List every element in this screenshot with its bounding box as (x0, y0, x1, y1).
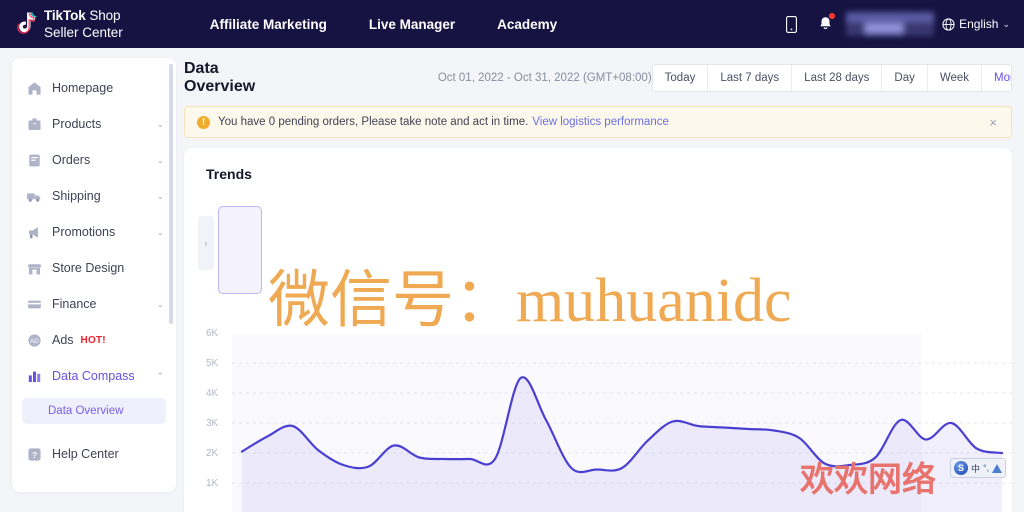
sidebar-item-label: Data Compass (52, 369, 135, 383)
range-button-last-28-days[interactable]: Last 28 days (792, 65, 883, 91)
chevron-up-icon: ⌃ (156, 370, 164, 381)
main-content: Data Overview Oct 01, 2022 - Oct 31, 202… (184, 58, 1012, 512)
trends-card: Trends ‹ 6K 5K 4K 3K 2K 1K (184, 148, 1012, 512)
range-button-month[interactable]: Month (982, 65, 1011, 91)
y-tick-label: 4K (206, 388, 219, 399)
sidebar-item-finance[interactable]: Finance ⌄ (12, 286, 176, 322)
carousel-prev-button[interactable]: ‹ (198, 216, 214, 270)
metric-carousel: ‹ (184, 196, 1012, 294)
sogou-logo-icon: S (954, 461, 968, 475)
sidebar-item-label: Shipping (52, 189, 101, 203)
pending-orders-alert: ! You have 0 pending orders, Please take… (184, 106, 1012, 138)
sidebar-item-label: Homepage (52, 81, 114, 95)
sidebar-item-label: Finance (52, 297, 97, 311)
language-label: English (959, 17, 999, 31)
avatar[interactable] (842, 12, 942, 36)
range-button-day[interactable]: Day (882, 65, 928, 91)
sidebar-item-label: Ads (52, 333, 74, 347)
y-tick-label: 2K (206, 448, 219, 459)
clipboard-icon (26, 152, 42, 168)
page-body: Homepage Products ⌄ Orders ⌄ Shipping ⌄ (0, 48, 1024, 512)
primary-nav-links: Affiliate Marketing Live Manager Academy (189, 17, 578, 32)
ime-mode-label[interactable]: 中 (971, 462, 980, 475)
chevron-down-icon: ⌄ (156, 190, 164, 201)
mobile-phone-icon[interactable] (774, 0, 808, 48)
ime-punctuation-icon[interactable]: °, (983, 463, 989, 473)
app-root: TikTok Shop Seller Center Affiliate Mark… (0, 0, 1024, 512)
logo-brand: TikTok (44, 7, 86, 23)
chart-plot-area (232, 362, 1012, 512)
sidebar-item-store-design[interactable]: Store Design (12, 250, 176, 286)
nav-link-academy[interactable]: Academy (476, 17, 578, 32)
svg-text:AD: AD (30, 338, 39, 345)
truck-icon (26, 188, 42, 204)
tiktok-note-icon (16, 11, 38, 37)
chevron-down-icon: ⌄ (156, 118, 164, 129)
date-range-label: Oct 01, 2022 - Oct 31, 2022 (GMT+08:00) (437, 72, 652, 84)
ads-icon: AD (26, 332, 42, 348)
notification-dot (829, 13, 836, 19)
sidebar-item-label: Store Design (52, 261, 125, 275)
top-navigation-bar: TikTok Shop Seller Center Affiliate Mark… (0, 0, 1024, 48)
sidebar-item-label: Promotions (52, 225, 116, 239)
range-button-today[interactable]: Today (653, 65, 709, 91)
language-selector[interactable]: English ⌄ (942, 17, 1014, 31)
sidebar-item-label: Help Center (52, 447, 119, 461)
card-icon (26, 296, 42, 312)
metric-card-selected[interactable] (218, 206, 262, 294)
sidebar-item-data-overview[interactable]: Data Overview (22, 398, 166, 424)
alert-text: You have 0 pending orders, Please take n… (218, 116, 529, 128)
hot-badge: HOT! (80, 334, 106, 346)
chevron-down-icon: ⌄ (156, 298, 164, 309)
sidebar-item-help-center[interactable]: ? Help Center (12, 436, 176, 472)
nav-link-affiliate-marketing[interactable]: Affiliate Marketing (189, 17, 348, 32)
close-icon[interactable]: × (987, 115, 999, 130)
sidebar-item-shipping[interactable]: Shipping ⌄ (12, 178, 176, 214)
sidebar-item-data-compass[interactable]: Data Compass ⌃ (12, 358, 176, 394)
trends-title: Trends (206, 166, 252, 182)
globe-icon (942, 17, 955, 31)
sidebar-item-products[interactable]: Products ⌄ (12, 106, 176, 142)
storefront-icon (26, 260, 42, 276)
y-tick-label: 1K (206, 478, 219, 489)
range-button-week[interactable]: Week (928, 65, 983, 91)
logo-shop: Shop (85, 7, 121, 23)
warning-icon: ! (197, 115, 210, 129)
y-tick-label: 3K (206, 418, 219, 429)
question-circle-icon: ? (26, 446, 42, 462)
chevron-down-icon: ⌄ (156, 226, 164, 237)
chevron-down-icon: ⌄ (156, 154, 164, 165)
y-tick-label: 6K (206, 328, 219, 339)
sidebar: Homepage Products ⌄ Orders ⌄ Shipping ⌄ (12, 58, 176, 492)
sidebar-item-promotions[interactable]: Promotions ⌄ (12, 214, 176, 250)
bar-chart-icon (26, 368, 42, 384)
main-header: Data Overview Oct 01, 2022 - Oct 31, 202… (184, 58, 1012, 98)
sidebar-item-orders[interactable]: Orders ⌄ (12, 142, 176, 178)
nav-link-live-manager[interactable]: Live Manager (348, 17, 476, 32)
sidebar-item-homepage[interactable]: Homepage (12, 70, 176, 106)
chevron-down-icon: ⌄ (1002, 18, 1010, 29)
sidebar-item-ads[interactable]: AD Ads HOT! (12, 322, 176, 358)
box-icon (26, 116, 42, 132)
logo-text: TikTok Shop Seller Center (44, 7, 123, 42)
sidebar-subitem-label: Data Overview (48, 405, 124, 417)
sidebar-item-label: Products (52, 117, 102, 131)
trends-chart: 6K 5K 4K 3K 2K 1K (184, 328, 1012, 512)
megaphone-icon (26, 224, 42, 240)
sidebar-item-label: Orders (52, 153, 91, 167)
ime-tool-icon[interactable] (992, 463, 1003, 473)
ime-toolbar[interactable]: S 中 °, (950, 458, 1007, 478)
home-icon (26, 80, 42, 96)
logo-line2: Seller Center (44, 25, 123, 40)
tiktok-shop-logo[interactable]: TikTok Shop Seller Center (16, 7, 123, 42)
range-button-last-7-days[interactable]: Last 7 days (708, 65, 793, 91)
date-range-segmented-control: Today Last 7 days Last 28 days Day Week … (651, 64, 1012, 92)
page-title: Data Overview (184, 60, 256, 95)
y-tick-label: 5K (206, 358, 219, 369)
svg-text:?: ? (31, 450, 36, 460)
nav-right-cluster: English ⌄ (774, 0, 1014, 48)
bell-icon[interactable] (808, 0, 842, 48)
view-logistics-performance-link[interactable]: View logistics performance (532, 116, 669, 128)
